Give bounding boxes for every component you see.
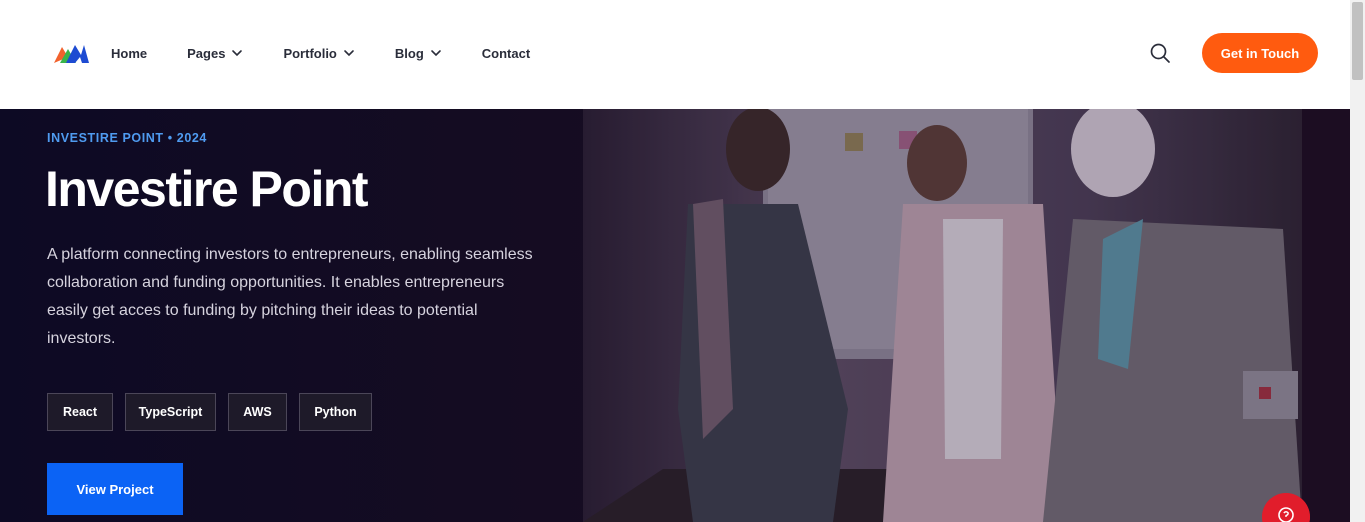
nav-pages[interactable]: Pages	[187, 44, 243, 62]
nav-label: Blog	[394, 45, 424, 61]
nav-contact[interactable]: Contact	[482, 44, 530, 62]
site-header: Home Pages Portfolio Blog Contact Get in…	[0, 0, 1350, 109]
brand-logo-icon[interactable]	[52, 41, 90, 65]
hero-description: A platform connecting investors to entre…	[47, 246, 533, 347]
page-scrollbar[interactable]	[1350, 0, 1365, 522]
nav-label: Portfolio	[283, 45, 337, 61]
nav-label: Contact	[481, 45, 531, 61]
get-in-touch-button[interactable]: Get in Touch	[1202, 33, 1318, 73]
chevron-down-icon	[344, 50, 354, 57]
nav-label: Home	[111, 45, 148, 61]
hero-eyebrow: INVESTIRE POINT • 2024	[47, 131, 207, 145]
search-icon[interactable]	[1149, 42, 1171, 64]
tech-tag: TypeScript	[125, 393, 216, 431]
tech-tag: AWS	[228, 393, 287, 431]
view-project-button[interactable]: View Project	[47, 463, 183, 515]
scrollbar-thumb[interactable]	[1352, 2, 1363, 80]
nav-blog[interactable]: Blog	[395, 44, 442, 62]
tech-tag: React	[47, 393, 113, 431]
main-nav: Home Pages Portfolio Blog Contact	[111, 44, 570, 62]
chevron-down-icon	[430, 50, 441, 57]
tech-tag: Python	[299, 393, 372, 431]
team-meeting-photo	[583, 109, 1302, 522]
nav-label: Pages	[187, 45, 226, 61]
nav-portfolio[interactable]: Portfolio	[283, 44, 354, 62]
chevron-down-icon	[232, 50, 243, 57]
page-title: Investire Point	[45, 161, 369, 217]
hero-section: INVESTIRE POINT • 2024 Investire Point A…	[0, 109, 1350, 522]
nav-home[interactable]: Home	[111, 44, 147, 62]
tech-tag-list: React TypeScript AWS Python	[47, 393, 384, 431]
